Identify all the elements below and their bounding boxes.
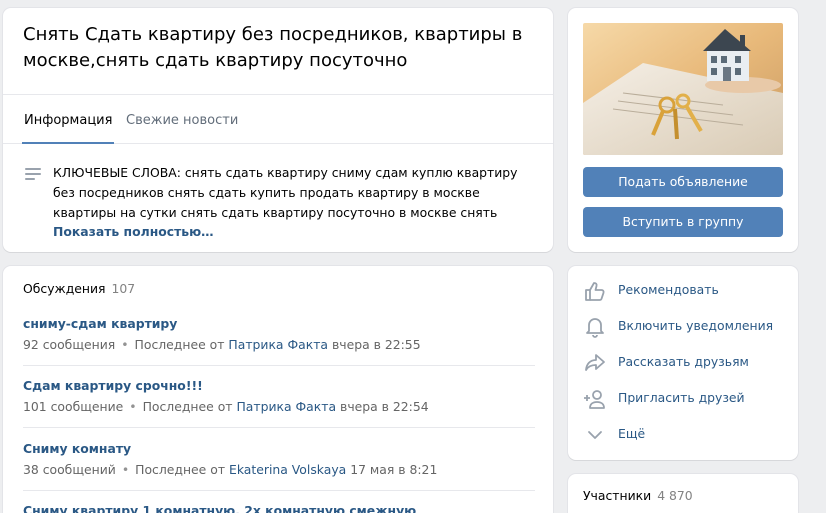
- topic-title[interactable]: Сниму комнату: [23, 441, 535, 457]
- topic-last-prefix: Последнее от: [135, 462, 226, 477]
- topic-meta: 92 сообщения • Последнее от Патрика Факта …: [23, 337, 535, 353]
- bell-icon: [586, 318, 604, 338]
- topic-last-prefix: Последнее от: [142, 399, 233, 414]
- divider: [23, 365, 535, 366]
- members-count: 4 870: [657, 488, 693, 503]
- topic-meta: 101 сообщение • Последнее от Патрика Факта…: [23, 399, 535, 415]
- separator-dot: •: [121, 462, 130, 477]
- action-label: Ещё: [618, 426, 646, 441]
- discussion-topic: Сдам квартиру срочно!!! 101 сообщение • По…: [23, 378, 535, 415]
- topic-time: вчера в 22:55: [331, 337, 421, 352]
- recommend-action[interactable]: Рекомендовать: [583, 278, 783, 302]
- discussion-topic: Сниму квартиру 1 комнатную, 2х комнатную…: [23, 503, 535, 513]
- topic-title[interactable]: Сниму квартиру 1 комнатную, 2х комнатную…: [23, 503, 535, 513]
- members-title: Участники: [583, 488, 652, 503]
- discussions-title: Обсуждения: [23, 281, 106, 296]
- tab-fresh-news[interactable]: Свежие новости: [124, 95, 240, 144]
- invite-friends-action[interactable]: Пригласить друзей: [583, 386, 783, 410]
- group-description: КЛЮЧЕВЫЕ СЛОВА: снять сдать квартиру сни…: [53, 165, 518, 220]
- cover-card: Подать объявление Вступить в группу: [568, 8, 798, 252]
- text-lines-icon: [25, 168, 41, 182]
- topic-author-link[interactable]: Патрика Факта: [228, 337, 328, 352]
- discussions-header[interactable]: Обсуждения 107: [23, 281, 135, 297]
- group-info-card: Снять Сдать квартиру без посредников, кв…: [3, 8, 553, 252]
- members-card: Участники 4 870: [568, 474, 798, 513]
- topic-title[interactable]: Сдам квартиру срочно!!!: [23, 378, 535, 394]
- group-actions-card: Рекомендовать Включить уведомления Расск…: [568, 266, 798, 460]
- chevron-down-icon: [588, 431, 602, 439]
- divider: [23, 427, 535, 428]
- tabs-bar: Информация Свежие новости: [3, 94, 553, 144]
- more-action[interactable]: Ещё: [583, 422, 783, 446]
- action-label: Рассказать друзьям: [618, 354, 749, 369]
- action-label: Включить уведомления: [618, 318, 774, 333]
- share-arrow-icon: [585, 354, 605, 371]
- action-label: Рекомендовать: [618, 282, 719, 297]
- page-title: Снять Сдать квартиру без посредников, кв…: [23, 24, 523, 71]
- cover-image: [583, 23, 783, 155]
- discussion-topic: Сниму комнату 38 сообщений • Последнее от …: [23, 441, 535, 478]
- discussion-topic: сниму-сдам квартиру 92 сообщения • Последн…: [23, 316, 535, 353]
- show-full-link[interactable]: Показать полностью…: [53, 223, 214, 241]
- topic-author-link[interactable]: Патрика Факта: [236, 399, 336, 414]
- topic-author-link[interactable]: Ekaterina Volskaya: [229, 462, 346, 477]
- post-ad-button[interactable]: Подать объявление: [583, 167, 783, 197]
- join-group-button[interactable]: Вступить в группу: [583, 207, 783, 237]
- tab-information[interactable]: Информация: [22, 95, 115, 144]
- topic-meta: 38 сообщений • Последнее от Ekaterina Vols…: [23, 462, 535, 478]
- topic-time: 17 мая в 8:21: [350, 462, 438, 477]
- action-label: Пригласить друзей: [618, 390, 745, 405]
- topic-message-count: 92 сообщения: [23, 337, 116, 352]
- tell-friends-action[interactable]: Рассказать друзьям: [583, 350, 783, 374]
- topic-last-prefix: Последнее от: [134, 337, 225, 352]
- enable-notifications-action[interactable]: Включить уведомления: [583, 314, 783, 338]
- topic-title[interactable]: сниму-сдам квартиру: [23, 316, 535, 332]
- topic-message-count: 101 сообщение: [23, 399, 124, 414]
- divider: [23, 490, 535, 491]
- thumbs-up-icon: [585, 282, 605, 301]
- topic-time: вчера в 22:54: [340, 399, 429, 414]
- separator-dot: •: [121, 337, 129, 352]
- members-header[interactable]: Участники 4 870: [583, 488, 693, 504]
- topic-message-count: 38 сообщений: [23, 462, 116, 477]
- discussions-count: 107: [111, 281, 136, 296]
- separator-dot: •: [129, 399, 137, 414]
- discussions-card: Обсуждения 107 сниму-сдам квартиру 92 соо…: [3, 266, 553, 513]
- add-user-icon: [584, 390, 605, 409]
